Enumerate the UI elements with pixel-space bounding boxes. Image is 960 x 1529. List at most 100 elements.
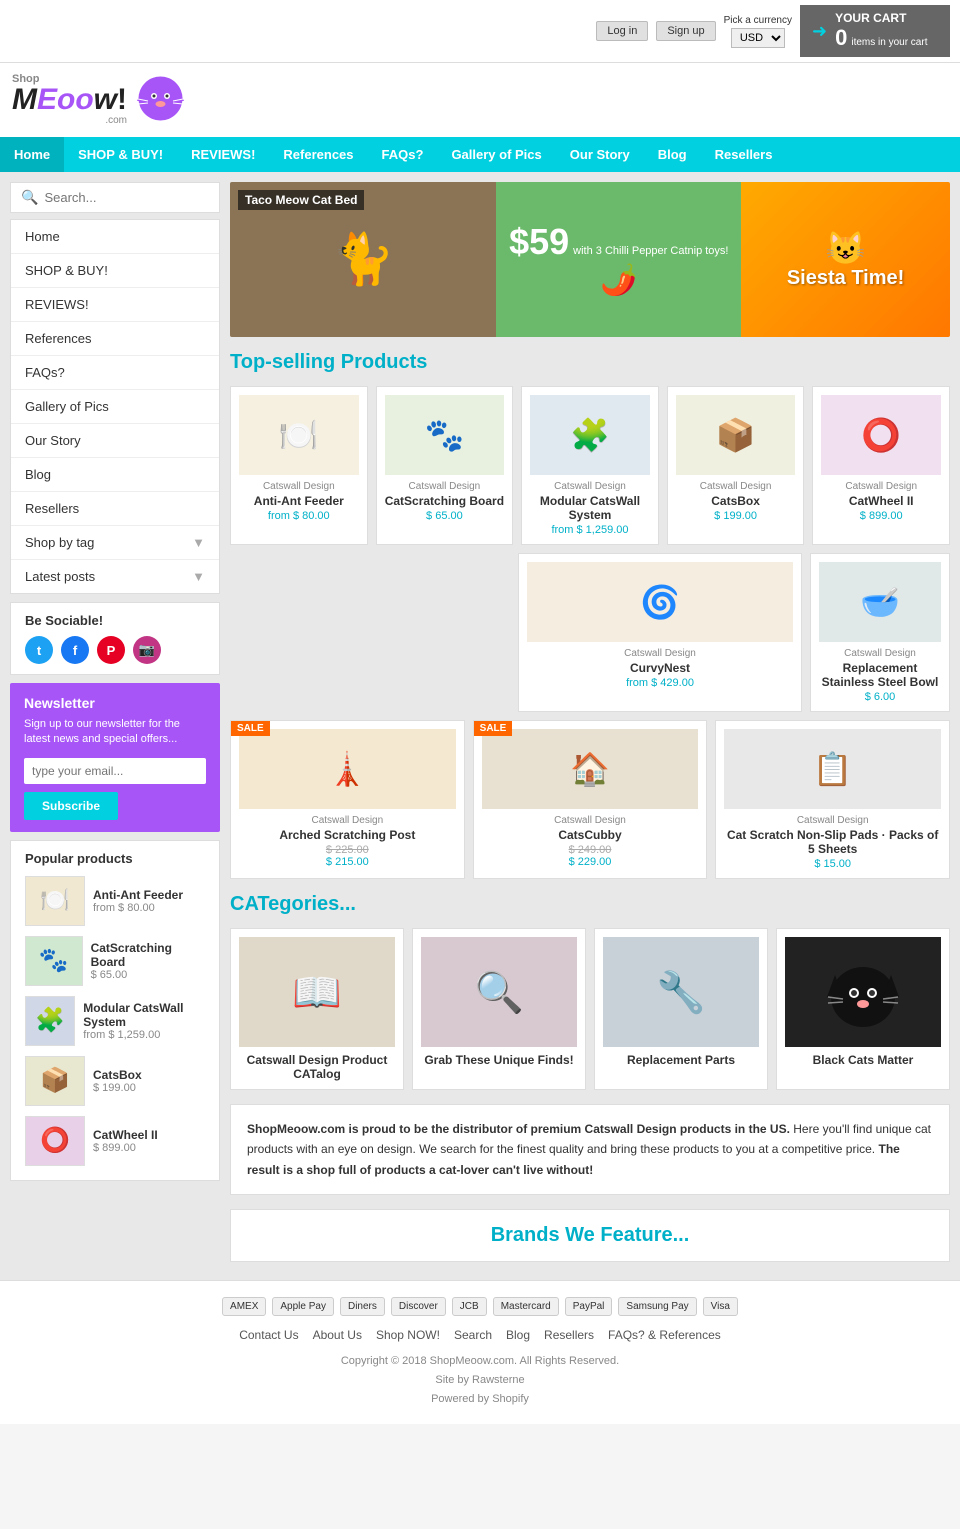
sidebar-search-box[interactable]: 🔍 xyxy=(10,182,220,213)
product-image: ⭕ xyxy=(821,395,941,475)
sidebar-item-reviews[interactable]: REVIEWS! xyxy=(11,288,219,322)
product-card-sale[interactable]: SALE 🗼 Catswall Design Arched Scratching… xyxy=(230,720,465,879)
popular-item-name: Anti-Ant Feeder xyxy=(93,888,183,902)
sidebar-item-home[interactable]: Home xyxy=(11,220,219,254)
product-card[interactable]: 🥣 Catswall Design Replacement Stainless … xyxy=(810,553,950,712)
popular-item[interactable]: 🐾 CatScratching Board$ 65.00 xyxy=(25,936,205,986)
category-image xyxy=(785,937,941,1047)
popular-item[interactable]: 🍽️ Anti-Ant Feederfrom $ 80.00 xyxy=(25,876,205,926)
currency-select[interactable]: USD xyxy=(731,28,785,48)
description-text-bold: ShopMeoow.com is proud to be the distrib… xyxy=(247,1122,790,1136)
product-image: 🏠 xyxy=(482,729,699,809)
category-card[interactable]: Black Cats Matter xyxy=(776,928,950,1090)
product-card[interactable]: 🐾 Catswall Design CatScratching Board $ … xyxy=(376,386,514,545)
product-image: 🧩 xyxy=(530,395,650,475)
nav-references[interactable]: References xyxy=(269,137,367,172)
category-name: Grab These Unique Finds! xyxy=(421,1053,577,1067)
newsletter-email-input[interactable] xyxy=(24,758,206,784)
cart-items-text: items in your cart xyxy=(851,37,927,48)
nav-shop[interactable]: SHOP & BUY! xyxy=(64,137,177,172)
cart-title[interactable]: YOUR CART xyxy=(835,11,927,25)
payment-discover: Discover xyxy=(391,1297,446,1316)
logo-sub: .com xyxy=(105,115,127,126)
social-box: Be Sociable! t f P 📷 xyxy=(10,602,220,675)
banner-price: $59 xyxy=(509,221,569,263)
product-sale-price: $ 229.00 xyxy=(482,856,699,868)
payment-diners: Diners xyxy=(340,1297,385,1316)
nav-ourstory[interactable]: Our Story xyxy=(556,137,644,172)
nav-reviews[interactable]: REVIEWS! xyxy=(177,137,269,172)
footer-link-resellers[interactable]: Resellers xyxy=(544,1328,594,1342)
popular-item[interactable]: ⭕ CatWheel II$ 899.00 xyxy=(25,1116,205,1166)
sidebar-item-references[interactable]: References xyxy=(11,322,219,356)
facebook-icon[interactable]: f xyxy=(61,636,89,664)
payment-amex: AMEX xyxy=(222,1297,266,1316)
product-card[interactable]: ⭕ Catswall Design CatWheel II $ 899.00 xyxy=(812,386,950,545)
nav-resellers[interactable]: Resellers xyxy=(701,137,787,172)
category-card[interactable]: 🔍 Grab These Unique Finds! xyxy=(412,928,586,1090)
hero-banner[interactable]: Taco Meow Cat Bed 🐈 $59 with 3 Chilli Pe… xyxy=(230,182,950,337)
sidebar-item-resellers[interactable]: Resellers xyxy=(11,492,219,526)
sidebar-item-blog[interactable]: Blog xyxy=(11,458,219,492)
product-name: Cat Scratch Non-Slip Pads · Packs of 5 S… xyxy=(724,828,941,856)
popular-item-image: 🐾 xyxy=(25,936,83,986)
popular-item-name: CatsBox xyxy=(93,1068,142,1082)
sidebar-item-latestposts[interactable]: Latest posts ▼ xyxy=(11,560,219,593)
product-card[interactable]: 🍽️ Catswall Design Anti-Ant Feeder from … xyxy=(230,386,368,545)
product-card-sale[interactable]: SALE 🏠 Catswall Design CatsCubby $ 249.0… xyxy=(473,720,708,879)
search-input[interactable] xyxy=(44,190,209,205)
logo-cat-icon xyxy=(133,71,188,129)
logo-exclaim: ! xyxy=(117,85,127,115)
footer-link-search[interactable]: Search xyxy=(454,1328,492,1342)
product-card[interactable]: 🌀 Catswall Design CurvyNest from $ 429.0… xyxy=(518,553,802,712)
nav-blog[interactable]: Blog xyxy=(644,137,701,172)
instagram-icon[interactable]: 📷 xyxy=(133,636,161,664)
category-image: 🔧 xyxy=(603,937,759,1047)
footer-link-contact[interactable]: Contact Us xyxy=(239,1328,298,1342)
payment-jcb: JCB xyxy=(452,1297,487,1316)
nav-gallery[interactable]: Gallery of Pics xyxy=(437,137,555,172)
product-brand: Catswall Design xyxy=(527,648,793,659)
product-brand: Catswall Design xyxy=(724,815,941,826)
product-brand: Catswall Design xyxy=(239,815,456,826)
popular-item-name: Modular CatsWall System xyxy=(83,1001,205,1029)
footer-link-about[interactable]: About Us xyxy=(313,1328,362,1342)
product-original-price: $ 225.00 xyxy=(239,844,456,856)
payment-icons: AMEX Apple Pay Diners Discover JCB Maste… xyxy=(16,1297,944,1316)
footer-link-faqs[interactable]: FAQs? & References xyxy=(608,1328,721,1342)
sidebar-item-ourstory[interactable]: Our Story xyxy=(11,424,219,458)
popular-item[interactable]: 📦 CatsBox$ 199.00 xyxy=(25,1056,205,1106)
popular-item-price: from $ 80.00 xyxy=(93,902,183,914)
sidebar-item-gallery[interactable]: Gallery of Pics xyxy=(11,390,219,424)
sidebar: 🔍 Home SHOP & BUY! REVIEWS! References F… xyxy=(10,182,220,1270)
category-card[interactable]: 🔧 Replacement Parts xyxy=(594,928,768,1090)
product-brand: Catswall Design xyxy=(676,481,796,492)
product-name: CatsBox xyxy=(676,494,796,508)
payment-samsungpay: Samsung Pay xyxy=(618,1297,696,1316)
category-card[interactable]: 📖 Catswall Design Product CATalog xyxy=(230,928,404,1090)
login-button[interactable]: Log in xyxy=(596,21,648,41)
sidebar-item-shop[interactable]: SHOP & BUY! xyxy=(11,254,219,288)
footer-link-shop[interactable]: Shop NOW! xyxy=(376,1328,440,1342)
product-card[interactable]: 🧩 Catswall Design Modular CatsWall Syste… xyxy=(521,386,659,545)
nav-faqs[interactable]: FAQs? xyxy=(368,137,438,172)
description-box: ShopMeoow.com is proud to be the distrib… xyxy=(230,1104,950,1195)
pinterest-icon[interactable]: P xyxy=(97,636,125,664)
sidebar-item-faqs[interactable]: FAQs? xyxy=(11,356,219,390)
nav-home[interactable]: Home xyxy=(0,137,64,172)
sidebar-item-shopbytag[interactable]: Shop by tag ▼ xyxy=(11,526,219,560)
currency-label: Pick a currency xyxy=(724,15,792,26)
logo[interactable]: Shop MEoow ! .com xyxy=(12,71,188,129)
popular-item[interactable]: 🧩 Modular CatsWall Systemfrom $ 1,259.00 xyxy=(25,996,205,1046)
signup-button[interactable]: Sign up xyxy=(656,21,715,41)
twitter-icon[interactable]: t xyxy=(25,636,53,664)
product-brand: Catswall Design xyxy=(821,481,941,492)
banner-left: Taco Meow Cat Bed 🐈 xyxy=(230,182,496,337)
product-name: Anti-Ant Feeder xyxy=(239,494,359,508)
popular-item-image: ⭕ xyxy=(25,1116,85,1166)
product-card[interactable]: 📦 Catswall Design CatsBox $ 199.00 xyxy=(667,386,805,545)
product-price: from $ 1,259.00 xyxy=(530,524,650,536)
footer-link-blog[interactable]: Blog xyxy=(506,1328,530,1342)
product-card[interactable]: 📋 Catswall Design Cat Scratch Non-Slip P… xyxy=(715,720,950,879)
newsletter-subscribe-button[interactable]: Subscribe xyxy=(24,792,118,820)
